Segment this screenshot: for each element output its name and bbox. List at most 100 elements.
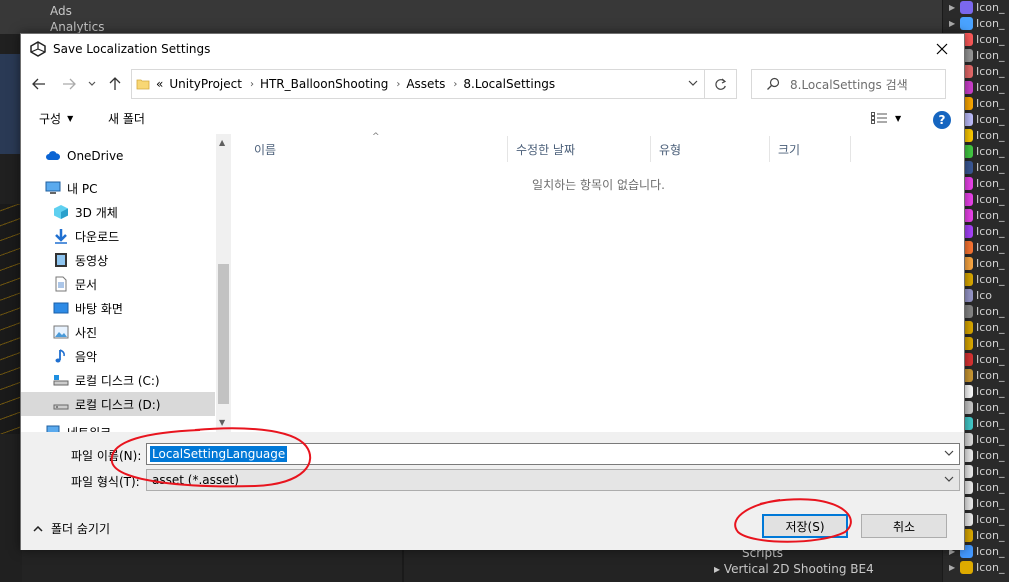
asset-label: Icon_: [976, 512, 1005, 526]
address-segment-localsettings[interactable]: 8.LocalSettings: [463, 77, 555, 91]
nav-item-documents[interactable]: 문서: [21, 272, 215, 296]
address-segment-unityproject[interactable]: UnityProject: [169, 77, 242, 91]
download-icon: [55, 229, 67, 244]
expand-arrow-icon[interactable]: ▶: [949, 3, 957, 12]
unity-asset-row[interactable]: ▶ Icon_: [949, 15, 1005, 31]
search-box[interactable]: 8.LocalSettings 검색: [751, 69, 946, 99]
organize-label: 구성: [39, 112, 62, 126]
column-header-label: 수정한 날짜: [516, 142, 576, 157]
scene-fireworks: [0, 204, 22, 434]
address-dropdown-icon[interactable]: [688, 78, 698, 89]
address-segment-htr[interactable]: HTR_BalloonShooting: [260, 77, 388, 91]
nav-item-onedrive[interactable]: OneDrive: [21, 144, 215, 168]
asset-label: Icon_: [976, 528, 1005, 542]
arrow-right-icon: [63, 78, 76, 90]
desktop-icon: [53, 302, 69, 314]
cancel-button-label: 취소: [892, 519, 916, 534]
chevron-down-icon: [88, 81, 96, 86]
nav-item-label: 문서: [75, 277, 98, 292]
navigation-pane-scrollbar[interactable]: ▲ ▼: [216, 134, 231, 432]
help-icon: ?: [938, 113, 946, 127]
cancel-button[interactable]: 취소: [861, 514, 947, 538]
chevron-down-icon[interactable]: [944, 448, 954, 459]
change-view-button[interactable]: ▼: [871, 112, 901, 124]
chevron-right-icon[interactable]: ›: [453, 79, 457, 90]
scroll-down-icon[interactable]: ▼: [219, 418, 225, 427]
nav-item-local-disk-d[interactable]: 로컬 디스크 (D:): [21, 392, 215, 416]
column-header-date[interactable]: 수정한 날짜: [508, 136, 651, 162]
recent-locations-button[interactable]: [85, 73, 99, 95]
cube-icon: [54, 205, 68, 219]
command-bar: 구성 ▼ 새 폴더 ▼ ?: [21, 106, 964, 134]
nav-item-desktop[interactable]: 바탕 화면: [21, 296, 215, 320]
asset-label: Icon_: [976, 240, 1005, 254]
network-icon: [46, 425, 60, 432]
asset-label: Icon_: [976, 544, 1005, 558]
column-header-label: 유형: [659, 142, 682, 157]
asset-label: Icon_: [976, 368, 1005, 382]
back-button[interactable]: [29, 73, 49, 95]
nav-item-3d-objects[interactable]: 3D 개체: [21, 200, 215, 224]
scrollbar-thumb[interactable]: [218, 264, 229, 404]
help-button[interactable]: ?: [933, 111, 951, 129]
asset-label: Ico: [976, 288, 993, 302]
unity-asset-row[interactable]: ▶ Icon_: [949, 0, 1005, 15]
organize-button[interactable]: 구성 ▼: [39, 110, 73, 127]
search-placeholder: 8.LocalSettings 검색: [790, 77, 908, 92]
nav-item-local-disk-c[interactable]: 로컬 디스크 (C:): [21, 368, 215, 392]
address-segment-assets[interactable]: Assets: [406, 77, 445, 91]
new-folder-button[interactable]: 새 폴더: [108, 110, 145, 127]
refresh-button[interactable]: [705, 69, 737, 99]
close-button[interactable]: [926, 36, 958, 62]
asset-label: Icon_: [976, 352, 1005, 366]
filetype-select[interactable]: asset (*.asset): [146, 469, 960, 491]
expand-arrow-icon[interactable]: ▶: [949, 19, 957, 28]
asset-label: Icon_: [976, 128, 1005, 142]
asset-label: Icon_: [976, 96, 1005, 110]
filetype-value: asset (*.asset): [152, 473, 239, 487]
nav-item-label: 3D 개체: [75, 205, 118, 220]
expand-arrow-icon[interactable]: ▶: [949, 563, 957, 572]
nav-item-my-pc[interactable]: 내 PC: [21, 176, 215, 200]
scroll-up-icon[interactable]: ▲: [219, 138, 225, 147]
asset-label: Icon_: [976, 192, 1005, 206]
nav-item-label: 바탕 화면: [75, 301, 123, 316]
column-header-label: 크기: [778, 142, 801, 157]
caret-down-icon: ▼: [67, 114, 74, 123]
unity-logo-icon: [30, 41, 46, 57]
unity-item-ads[interactable]: Ads: [50, 4, 72, 18]
unity-item-vertical-shooting[interactable]: ▸ Vertical 2D Shooting BE4: [714, 562, 874, 576]
column-header-type[interactable]: 유형: [651, 136, 770, 162]
asset-label: Icon_: [976, 400, 1005, 414]
chevron-right-icon[interactable]: ›: [250, 79, 254, 90]
nav-item-network[interactable]: 네트워크: [21, 420, 215, 432]
forward-button[interactable]: [59, 73, 79, 95]
drive-icon: [53, 375, 69, 386]
sort-asc-icon: ^: [372, 132, 380, 142]
folder-icon: [136, 79, 150, 90]
filename-value[interactable]: LocalSettingLanguage: [150, 446, 288, 462]
music-icon: [55, 349, 65, 363]
nav-item-pictures[interactable]: 사진: [21, 320, 215, 344]
unity-item-analytics[interactable]: Analytics: [50, 20, 105, 34]
chevron-right-icon[interactable]: ›: [396, 79, 400, 90]
nav-item-label: 동영상: [75, 253, 109, 268]
unity-asset-row[interactable]: ▶ Icon_: [949, 559, 1005, 575]
nav-item-label: 사진: [75, 325, 98, 340]
chevron-down-icon[interactable]: [944, 474, 954, 485]
hide-folders-label: 폴더 숨기기: [51, 522, 111, 536]
column-header-size[interactable]: 크기: [770, 136, 851, 162]
asset-label: Icon_: [976, 256, 1005, 270]
filename-input[interactable]: LocalSettingLanguage: [146, 443, 960, 465]
asset-label: Icon_: [976, 384, 1005, 398]
up-button[interactable]: [105, 73, 125, 95]
asset-label: Icon_: [976, 0, 1005, 14]
address-prefix[interactable]: «: [156, 77, 163, 91]
save-button[interactable]: 저장(S): [762, 514, 848, 538]
nav-item-music[interactable]: 음악: [21, 344, 215, 368]
nav-item-label: 음악: [75, 349, 98, 364]
nav-item-downloads[interactable]: 다운로드: [21, 224, 215, 248]
address-bar[interactable]: « UnityProject › HTR_BalloonShooting › A…: [131, 69, 705, 99]
nav-item-videos[interactable]: 동영상: [21, 248, 215, 272]
hide-folders-toggle[interactable]: 폴더 숨기기: [33, 520, 110, 537]
